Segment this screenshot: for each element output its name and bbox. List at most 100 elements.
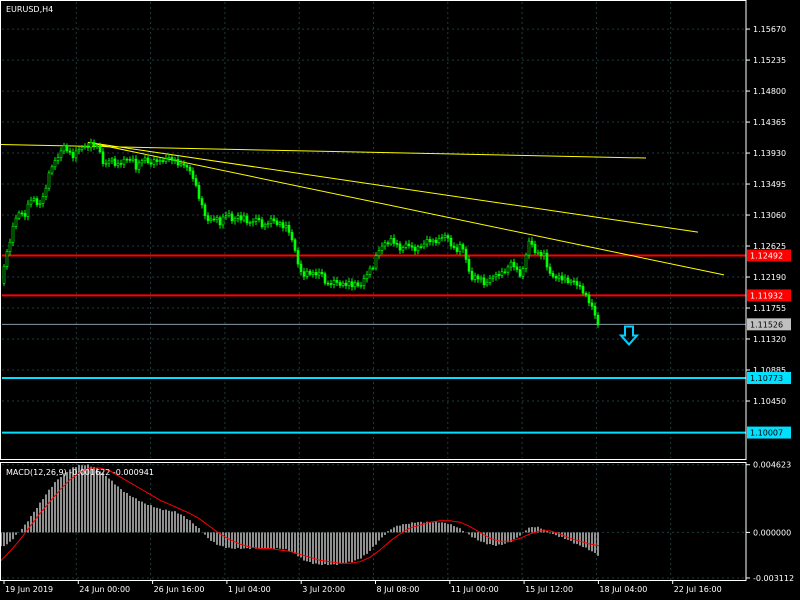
candle-body	[323, 273, 327, 284]
candle-body	[488, 277, 492, 283]
y-tick-label: 1.15235	[753, 56, 786, 65]
candle-body	[242, 215, 246, 221]
x-tick-label: 1 Jul 04:00	[228, 585, 271, 594]
candle-body	[419, 246, 423, 248]
candle-body	[20, 212, 24, 215]
candle-body	[536, 251, 540, 254]
x-tick-label: 19 Jun 2019	[5, 585, 53, 594]
candle-body	[74, 150, 78, 159]
candle-body	[467, 259, 471, 272]
candle-body	[368, 267, 372, 275]
candle-body	[287, 224, 291, 233]
candle-body	[386, 242, 390, 245]
candle-body	[68, 150, 72, 153]
candle-body	[413, 246, 417, 252]
candle-body	[80, 146, 84, 150]
candle-body	[29, 199, 33, 205]
candle-body	[434, 239, 438, 244]
candle-body	[326, 282, 330, 285]
candle-body	[293, 239, 297, 251]
candle-body	[341, 282, 345, 286]
candle-body	[41, 196, 45, 204]
candle-body	[371, 267, 375, 270]
y-tick-label: 1.13930	[753, 149, 786, 158]
candle-body	[473, 275, 477, 280]
candle-body	[356, 282, 360, 287]
candle-body	[125, 158, 129, 161]
x-tick-label: 11 Jul 00:00	[451, 585, 499, 594]
macd-tick-label: 0.004623	[753, 461, 791, 470]
candle-body	[314, 272, 318, 276]
candle-body	[59, 150, 63, 158]
candle-body	[38, 203, 42, 205]
candle-body	[248, 222, 252, 224]
symbol-label: EURUSD,H4	[6, 5, 53, 14]
candle-body	[5, 251, 9, 267]
candle-body	[221, 216, 225, 226]
candle-body	[122, 158, 126, 165]
candle-body	[239, 215, 243, 221]
candle-body	[203, 204, 207, 216]
candle-body	[317, 271, 321, 276]
candle-body	[284, 224, 288, 229]
candle-body	[56, 157, 60, 161]
candle-body	[113, 158, 117, 166]
candle-body	[269, 218, 273, 224]
candle-body	[131, 158, 135, 161]
candle-body	[557, 275, 561, 279]
candle-body	[311, 272, 315, 275]
price-axis[interactable]: 1.15670 1.15235 1.14800 1.14365 1.13930 1.134…	[746, 25, 786, 406]
candle-body	[11, 226, 15, 243]
candle-body	[134, 158, 138, 170]
candle-body	[155, 159, 159, 162]
candle-body	[491, 276, 495, 279]
candle-body	[539, 251, 543, 257]
candle-body	[65, 145, 69, 152]
candle-body	[95, 145, 99, 148]
candle-body	[224, 215, 228, 218]
x-tick-label: 24 Jun 00:00	[79, 585, 130, 594]
x-tick-label: 15 Jul 12:00	[525, 585, 573, 594]
candle-body	[431, 239, 435, 243]
candle-body	[107, 160, 111, 164]
trendline[interactable]	[87, 141, 699, 233]
candle-body	[266, 223, 270, 225]
candle-body	[527, 240, 531, 256]
candle-body	[32, 198, 36, 201]
candle-body	[455, 247, 459, 252]
candle-body	[545, 252, 549, 268]
candle-body	[179, 163, 183, 166]
x-tick-label: 3 Jul 20:00	[302, 585, 345, 594]
time-axis[interactable]: 19 Jun 2019 24 Jun 00:00 26 Jun 16:00 1 Jul…	[3, 580, 722, 594]
candle-body	[8, 241, 12, 252]
candle-body	[215, 217, 219, 220]
candle-body	[461, 244, 465, 250]
candle-body	[44, 187, 48, 197]
candle-body	[272, 218, 276, 222]
chart-canvas[interactable]: 1.15670 1.15235 1.14800 1.14365 1.13930 1.134…	[0, 0, 800, 600]
candle-body	[206, 215, 210, 221]
candle-body	[503, 271, 507, 274]
candle-body	[485, 282, 489, 286]
candle-body	[512, 261, 516, 268]
chart-window[interactable]: 1.15670 1.15235 1.14800 1.14365 1.13930 1.134…	[0, 0, 800, 600]
candle-body	[440, 237, 444, 239]
candle-body	[320, 271, 324, 275]
candle-body	[581, 285, 585, 294]
candle-body	[191, 170, 195, 179]
candle-body	[569, 280, 573, 283]
candle-body	[158, 160, 162, 162]
candle-body	[338, 282, 342, 286]
candle-body	[290, 232, 294, 241]
candle-body	[14, 217, 18, 227]
candle-body	[275, 220, 279, 225]
candle-body	[104, 162, 108, 165]
candle-body	[389, 238, 393, 245]
macd-axis[interactable]: 0.004623 0.000000 -0.003112	[746, 461, 794, 583]
candle-body	[401, 247, 405, 251]
candle-body	[263, 223, 267, 228]
macd-grid	[2, 463, 745, 580]
resistance-price-label: 1.11932	[750, 291, 783, 300]
candle-body	[152, 159, 156, 165]
candle-body	[449, 237, 453, 247]
